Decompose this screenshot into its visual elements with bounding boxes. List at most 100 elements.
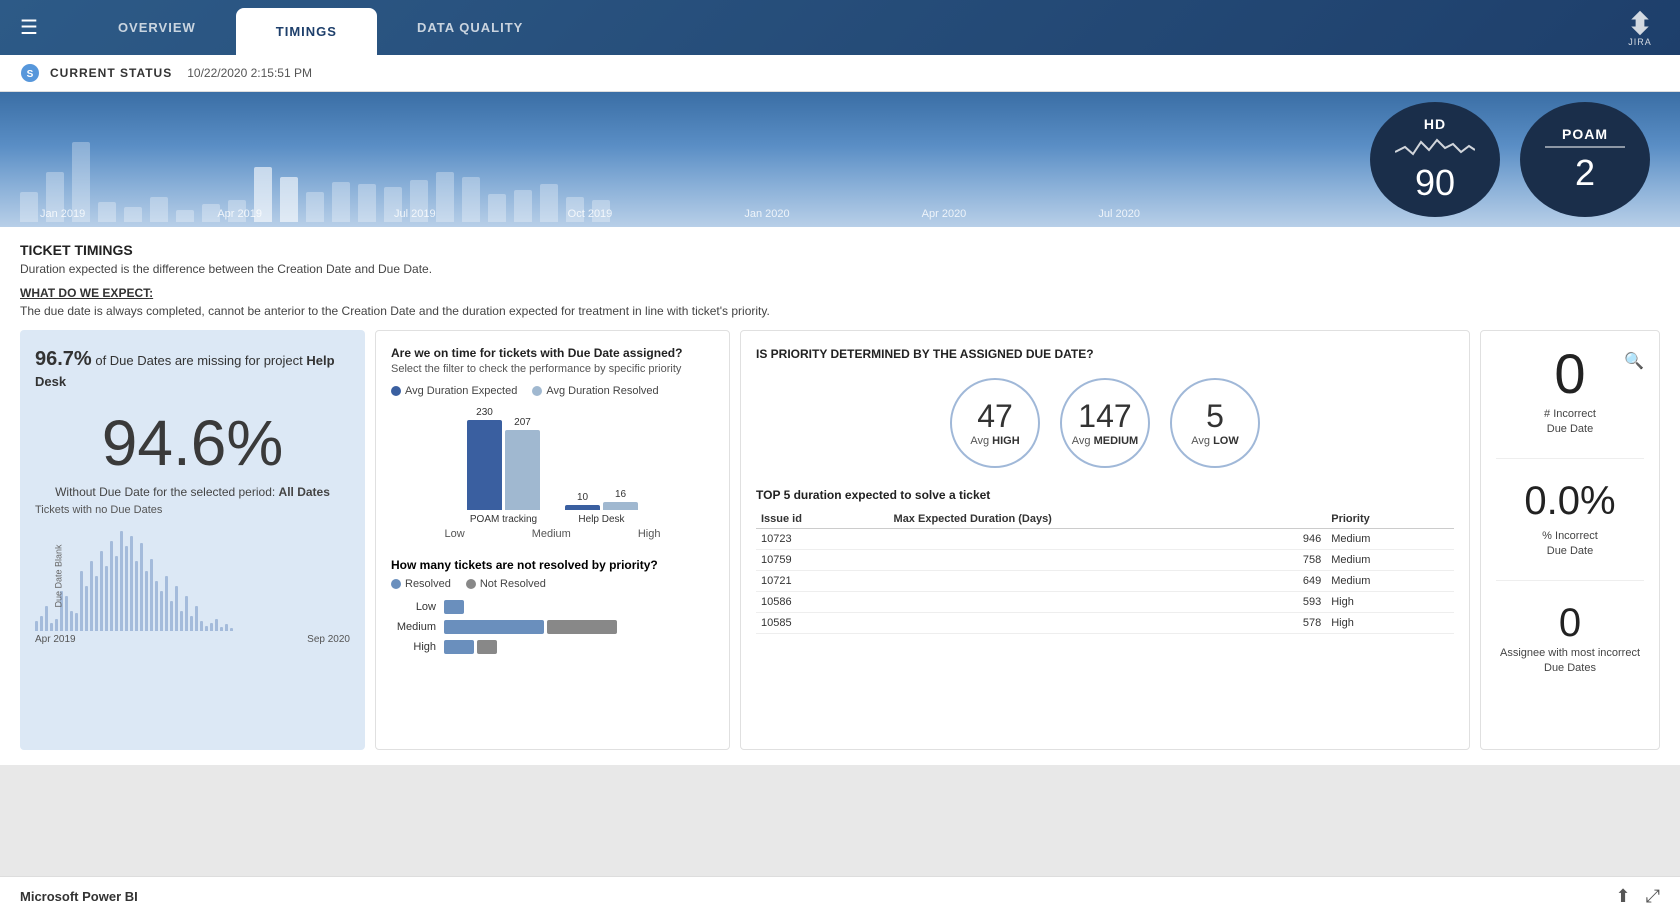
bar-axis-labels: Low Medium High [391, 528, 714, 540]
hbar-high-resolved [444, 640, 474, 654]
col-priority: Priority [1326, 510, 1454, 529]
legend-avg-resolved: Avg Duration Resolved [532, 385, 658, 397]
table-row: 10586 593 High [756, 591, 1454, 612]
timeline-section: Jan 2019 Apr 2019 Jul 2019 Oct 2019 Jan … [0, 92, 1680, 227]
due-date-blank-label: Due Date Blank [54, 545, 64, 608]
cell-issue-id: 10585 [756, 612, 889, 633]
cell-duration: 593 [889, 591, 1327, 612]
cell-duration: 758 [889, 549, 1327, 570]
top5-table: Issue id Max Expected Duration (Days) Pr… [756, 510, 1454, 634]
nav-tabs: OVERVIEW TIMINGS DATA QUALITY [78, 0, 1660, 55]
cell-issue-id: 10723 [756, 528, 889, 549]
hd-circle: HD 90 [1370, 102, 1500, 217]
bar-chart-area: 230 207 POAM tracking [391, 407, 714, 540]
hbar-medium-resolved [444, 620, 544, 634]
tab-data-quality[interactable]: DATA QUALITY [377, 0, 563, 55]
tab-overview[interactable]: OVERVIEW [78, 0, 236, 55]
top5-title: TOP 5 duration expected to solve a ticke… [756, 488, 1454, 502]
poam-divider [1545, 146, 1625, 148]
cell-priority: Medium [1326, 528, 1454, 549]
bar-hd-resolved [603, 502, 638, 510]
timeline-labels: Jan 2019 Apr 2019 Jul 2019 Oct 2019 Jan … [40, 208, 1140, 220]
cell-duration: 946 [889, 528, 1327, 549]
svg-text:S: S [27, 69, 34, 80]
incorrect-section: 0 🔍 # Incorrect Due Date [1496, 346, 1644, 438]
bar-poam-label: POAM tracking [470, 514, 537, 525]
prio-circle-high: 47 Avg HIGH [950, 378, 1040, 468]
legend-resolved-dot [532, 386, 542, 396]
top5-section: TOP 5 duration expected to solve a ticke… [756, 488, 1454, 634]
tab-timings[interactable]: TIMINGS [236, 8, 377, 55]
mini-chart-bars [35, 521, 350, 631]
cell-priority: Medium [1326, 570, 1454, 591]
timeline-chart [20, 112, 1340, 222]
divider-2 [1496, 580, 1644, 581]
incorrect-pct: 0.0% [1496, 479, 1644, 524]
hamburger-icon[interactable]: ☰ [20, 15, 38, 40]
ticket-timings-desc: Duration expected is the difference betw… [20, 262, 1660, 276]
bar-hd-expected [565, 505, 600, 510]
horiz-bar-low: Low [391, 600, 714, 614]
card-priority: IS PRIORITY DETERMINED BY THE ASSIGNED D… [740, 330, 1470, 750]
cell-priority: High [1326, 591, 1454, 612]
table-row: 10723 946 Medium [756, 528, 1454, 549]
jira-logo: JIRA [1620, 8, 1660, 48]
ticket-timings-title: TICKET TIMINGS [20, 242, 1660, 258]
mini-chart-area: Due Date Blank [35, 521, 350, 641]
fullscreen-icon[interactable]: ⤢ [1646, 886, 1660, 907]
poam-circle: POAM 2 [1520, 102, 1650, 217]
hbar-high-not-resolved [477, 640, 497, 654]
legend-resolved: Resolved [391, 578, 451, 590]
assignee-label: Assignee with most incorrect Due Dates [1496, 646, 1644, 677]
big-pct: 94.6% [35, 406, 350, 480]
cell-issue-id: 10586 [756, 591, 889, 612]
hbar-low-resolved [444, 600, 464, 614]
card-incorrect: 0 🔍 # Incorrect Due Date 0.0% % Incorrec… [1480, 330, 1660, 750]
cards-row: 96.7% of Due Dates are missing for proje… [20, 330, 1660, 750]
prio-circle-medium: 147 Avg MEDIUM [1060, 378, 1150, 468]
divider-1 [1496, 458, 1644, 459]
footer-brand: Microsoft Power BI [20, 889, 138, 904]
card-due-dates: 96.7% of Due Dates are missing for proje… [20, 330, 365, 750]
bar-poam-resolved [505, 430, 540, 510]
horiz-bar-section: Low Medium High [391, 600, 714, 654]
main-content: TICKET TIMINGS Duration expected is the … [0, 227, 1680, 765]
bar-poam-expected [467, 420, 502, 510]
status-icon: S [20, 63, 40, 83]
horiz-bar-high: High [391, 640, 714, 654]
assignee-num: 0 [1496, 601, 1644, 646]
footer: Microsoft Power BI ⬆ ⤢ [0, 876, 1680, 916]
cell-duration: 649 [889, 570, 1327, 591]
cell-priority: Medium [1326, 549, 1454, 570]
incorrect-label: # Incorrect Due Date [1496, 407, 1644, 438]
mini-chart-xlabels: Apr 2019 Sep 2020 [35, 634, 350, 645]
top-nav: ☰ OVERVIEW TIMINGS DATA QUALITY JIRA [0, 0, 1680, 55]
priority-title: IS PRIORITY DETERMINED BY THE ASSIGNED D… [756, 346, 1454, 363]
incorrect-num-wrapper: 0 🔍 [1496, 346, 1644, 402]
horiz-bars-medium [444, 620, 617, 634]
prio-circle-low: 5 Avg LOW [1170, 378, 1260, 468]
due-pct-text: 96.7% of Due Dates are missing for proje… [35, 345, 350, 391]
col-issue-id: Issue id [756, 510, 889, 529]
resolved-legend-row: Resolved Not Resolved [391, 578, 714, 590]
search-icon[interactable]: 🔍 [1624, 351, 1644, 371]
legend-not-resolved-dot [466, 579, 476, 589]
status-bar: S CURRENT STATUS 10/22/2020 2:15:51 PM [0, 55, 1680, 92]
col-duration: Max Expected Duration (Days) [889, 510, 1327, 529]
no-due-label: Tickets with no Due Dates [35, 504, 350, 516]
table-row: 10721 649 Medium [756, 570, 1454, 591]
legend-row: Avg Duration Expected Avg Duration Resol… [391, 385, 714, 397]
cell-issue-id: 10759 [756, 549, 889, 570]
on-time-subtitle: Select the filter to check the performan… [391, 363, 714, 375]
what-expect-label[interactable]: WHAT DO WE EXPECT: [20, 286, 1660, 300]
without-due: Without Due Date for the selected period… [35, 485, 350, 499]
footer-icons: ⬆ ⤢ [1616, 886, 1661, 907]
horiz-bars-high [444, 640, 497, 654]
horiz-bars-low [444, 600, 464, 614]
table-row: 10585 578 High [756, 612, 1454, 633]
incorrect-num: 0 [1554, 342, 1585, 405]
how-many-title: How many tickets are not resolved by pri… [391, 558, 714, 572]
table-row: 10759 758 Medium [756, 549, 1454, 570]
legend-avg-expected: Avg Duration Expected [391, 385, 517, 397]
share-icon[interactable]: ⬆ [1616, 886, 1631, 907]
